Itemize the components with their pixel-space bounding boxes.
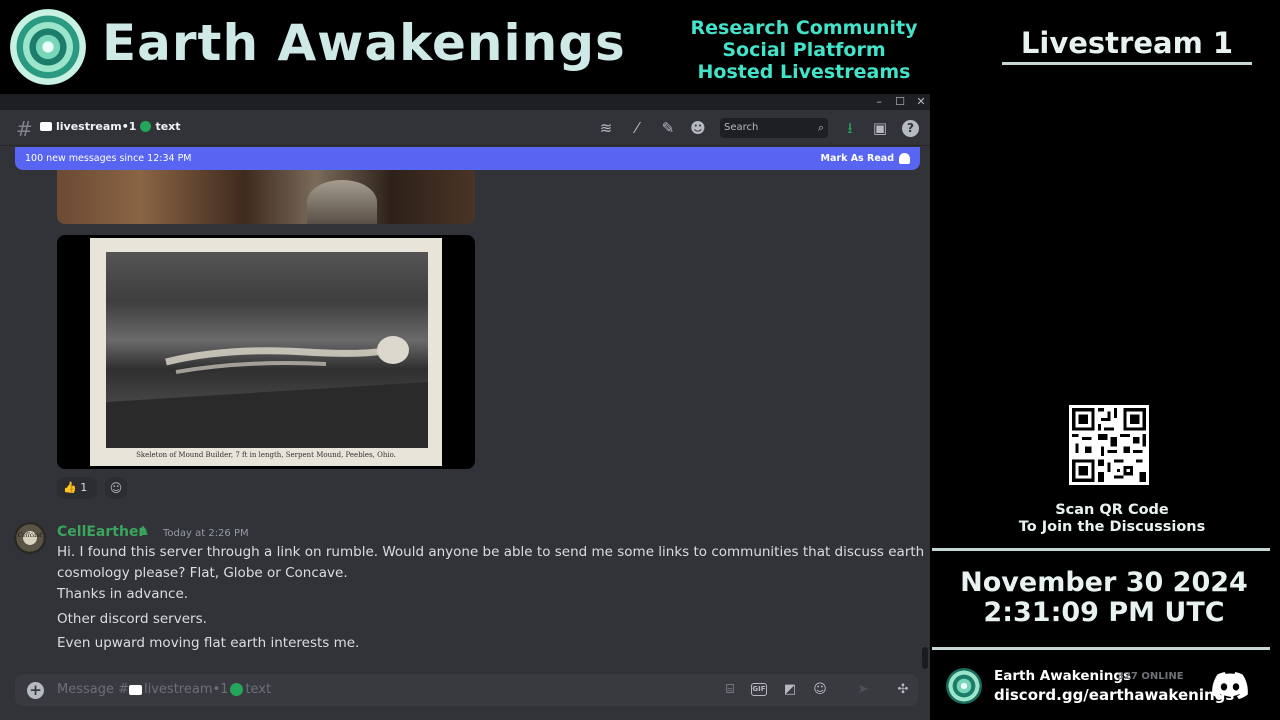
- threads-icon[interactable]: ≋: [597, 119, 615, 137]
- channel-name-post: text: [155, 120, 181, 133]
- server-logo: [946, 668, 982, 704]
- maximize-button[interactable]: ☐: [889, 94, 911, 110]
- thumbs-up-icon: 👍: [63, 481, 77, 494]
- gift-icon[interactable]: ⌸: [721, 681, 739, 699]
- top-banner: Earth Awakenings Research Community Soci…: [0, 0, 930, 94]
- message-line-3: Thanks in advance.: [57, 586, 189, 602]
- attachment-image-1[interactable]: [57, 170, 475, 224]
- pin-icon[interactable]: ✎: [659, 119, 677, 137]
- search-icon: ⌕: [817, 121, 824, 134]
- scan-instructions: Scan QR Code To Join the Discussions: [1002, 502, 1222, 536]
- message-input[interactable]: Message # livestream•1 text: [57, 682, 271, 697]
- stream-overlay: Earth Awakenings Research Community Soci…: [0, 0, 1280, 720]
- title-bar: – ☐ ✕: [0, 94, 930, 110]
- scrollbar[interactable]: [922, 647, 928, 669]
- message-line-4: Other discord servers.: [57, 611, 207, 627]
- inbox-icon[interactable]: ▣: [871, 119, 889, 137]
- date-time: November 30 2024 2:31:09 PM UTC: [944, 568, 1264, 628]
- composer-placeholder-pre: Message #: [57, 682, 130, 697]
- scan-line-2: To Join the Discussions: [1018, 519, 1206, 535]
- brand-title: Earth Awakenings: [102, 14, 626, 72]
- discord-window: – ☐ ✕ # livestream•1 text ≋ ⁄ ✎ ☻ Search…: [0, 94, 930, 720]
- minimize-button[interactable]: –: [868, 94, 890, 110]
- search-input[interactable]: Search ⌕: [720, 118, 828, 138]
- role-badge-icon: ♞: [138, 524, 150, 539]
- thumbs-up-reaction[interactable]: 👍 1: [57, 477, 97, 499]
- tagline-2: Social Platform: [722, 39, 886, 61]
- speech-bubble-icon: [129, 684, 143, 695]
- livestream-title: Livestream 1: [1020, 26, 1234, 60]
- composer-placeholder-post: text: [245, 682, 272, 697]
- new-messages-text: 100 new messages since 12:34 PM: [25, 153, 192, 164]
- avatar-text: Cellcast: [17, 532, 43, 539]
- emoji-icon[interactable]: ☺: [811, 681, 829, 699]
- photo-caption: Skeleton of Mound Builder, 7 ft in lengt…: [136, 451, 396, 459]
- download-icon[interactable]: ⭳: [841, 119, 859, 137]
- online-count: 327 ONLINE: [1117, 671, 1184, 682]
- green-circle-icon: [140, 121, 152, 132]
- mark-as-read-button[interactable]: Mark As Read: [821, 147, 894, 170]
- gif-icon[interactable]: GIF: [751, 683, 767, 696]
- server-name: Earth Awakenings: [994, 668, 1132, 684]
- taglines: Research Community Social Platform Hoste…: [660, 17, 948, 83]
- tagline-3: Hosted Livestreams: [697, 61, 911, 83]
- close-button[interactable]: ✕: [910, 94, 930, 110]
- message-author[interactable]: CellEarther: [57, 524, 145, 540]
- right-panel: Livestream 1 Scan QR Code To Join the Di…: [932, 0, 1280, 720]
- members-icon[interactable]: ☻: [689, 119, 707, 137]
- helmet-shape: [307, 180, 377, 224]
- qr-code: [1069, 405, 1149, 485]
- invite-link[interactable]: discord.gg/earthawakenings: [994, 686, 1234, 704]
- attachment-image-2[interactable]: Skeleton of Mound Builder, 7 ft in lengt…: [57, 235, 475, 469]
- speech-bubble-icon: [40, 122, 52, 131]
- title-underline: [1002, 62, 1252, 65]
- photo-content: [106, 252, 428, 448]
- divider-bottom: [932, 647, 1270, 650]
- sticker-icon[interactable]: ◩: [781, 681, 799, 699]
- scan-line-1: Scan QR Code: [1055, 502, 1169, 518]
- skeleton-photo: Skeleton of Mound Builder, 7 ft in lengt…: [90, 238, 442, 466]
- message-line-5: Even upward moving flat earth interests …: [57, 635, 360, 651]
- discord-logo-icon: [1212, 672, 1248, 700]
- stream-time: 2:31:09 PM UTC: [983, 597, 1225, 628]
- channel-header: # livestream•1 text ≋ ⁄ ✎ ☻ Search ⌕ ⭳ ▣…: [0, 110, 930, 146]
- message-composer[interactable]: + Message # livestream•1 text ⌸ GIF ◩ ☺ …: [15, 674, 918, 706]
- mark-read-icon: [899, 153, 910, 164]
- skeleton-drawing: [106, 336, 428, 448]
- channel-name: livestream•1 text: [40, 120, 181, 133]
- hashtag-icon: #: [16, 117, 33, 141]
- upload-plus-icon[interactable]: +: [27, 682, 44, 699]
- apps-icon[interactable]: ✣: [894, 681, 912, 699]
- channel-name-pre: livestream•1: [56, 120, 137, 133]
- mute-icon[interactable]: ⁄: [628, 119, 646, 137]
- new-messages-bar[interactable]: 100 new messages since 12:34 PM Mark As …: [15, 147, 920, 170]
- divider-top: [932, 548, 1270, 551]
- message-timestamp: Today at 2:26 PM: [163, 528, 249, 539]
- send-icon[interactable]: ➤: [854, 681, 872, 699]
- earth-awakenings-logo: [10, 9, 86, 85]
- stream-date: November 30 2024: [960, 567, 1248, 598]
- add-reaction-icon[interactable]: ☺: [105, 477, 127, 499]
- help-icon[interactable]: ?: [902, 120, 919, 137]
- composer-channel: livestream•1: [144, 682, 229, 697]
- green-circle-icon: [230, 683, 244, 696]
- message-line-2: cosmology please? Flat, Globe or Concave…: [57, 565, 348, 581]
- tagline-1: Research Community: [690, 17, 918, 39]
- avatar[interactable]: Cellcast: [14, 522, 46, 554]
- message-line-1: Hi. I found this server through a link o…: [57, 544, 925, 560]
- search-placeholder: Search: [724, 122, 759, 133]
- reaction-count: 1: [80, 481, 88, 494]
